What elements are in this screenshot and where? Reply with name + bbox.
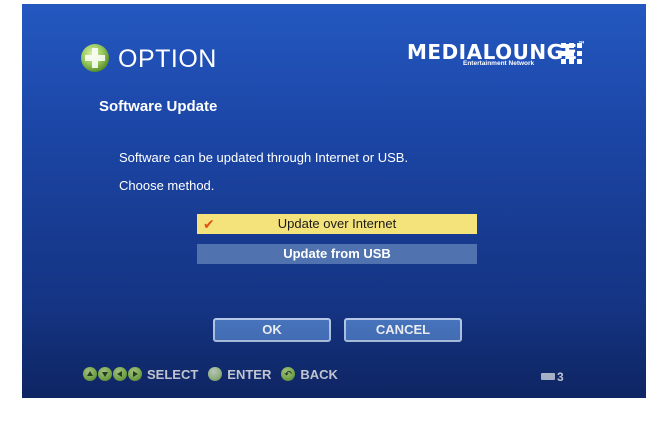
description-line-1: Software can be updated through Internet…	[119, 150, 409, 165]
dpad-option-icon	[81, 44, 109, 72]
method-option-label: Update over Internet	[277, 216, 397, 231]
down-arrow-key-icon	[98, 367, 112, 381]
right-arrow-key-icon	[128, 367, 142, 381]
brand-logo: MEDIALOUNGE™ Entertainment Network	[407, 40, 607, 76]
method-option-label: Update from USB	[283, 246, 391, 261]
method-option-usb[interactable]: Update from USB	[197, 244, 477, 264]
cancel-button[interactable]: CANCEL	[344, 318, 462, 342]
method-option-internet[interactable]: ✔ Update over Internet	[197, 214, 477, 234]
enter-label: ENTER	[227, 367, 272, 382]
check-icon: ✔	[203, 216, 215, 232]
page-indicator: 3	[541, 370, 564, 384]
page-title: OPTION	[118, 45, 217, 73]
left-arrow-key-icon	[113, 367, 127, 381]
section-title: Software Update	[99, 98, 218, 115]
back-label: BACK	[300, 367, 338, 382]
page-number: 3	[557, 370, 564, 384]
page-bar-icon	[541, 373, 555, 380]
ok-button[interactable]: OK	[213, 318, 331, 342]
back-key-icon: ↶	[281, 367, 296, 381]
brand-tagline: Entertainment Network	[463, 60, 535, 67]
tv-screen: OPTION MEDIALOUNGE™ Entertainment Networ…	[22, 4, 646, 398]
description-line-2: Choose method.	[119, 178, 215, 193]
up-arrow-key-icon	[83, 367, 97, 381]
brand-grid-icon	[561, 43, 582, 64]
enter-key-icon	[208, 367, 223, 381]
select-label: SELECT	[147, 367, 199, 382]
footer-legend: SELECT ENTER ↶ BACK	[83, 367, 348, 385]
